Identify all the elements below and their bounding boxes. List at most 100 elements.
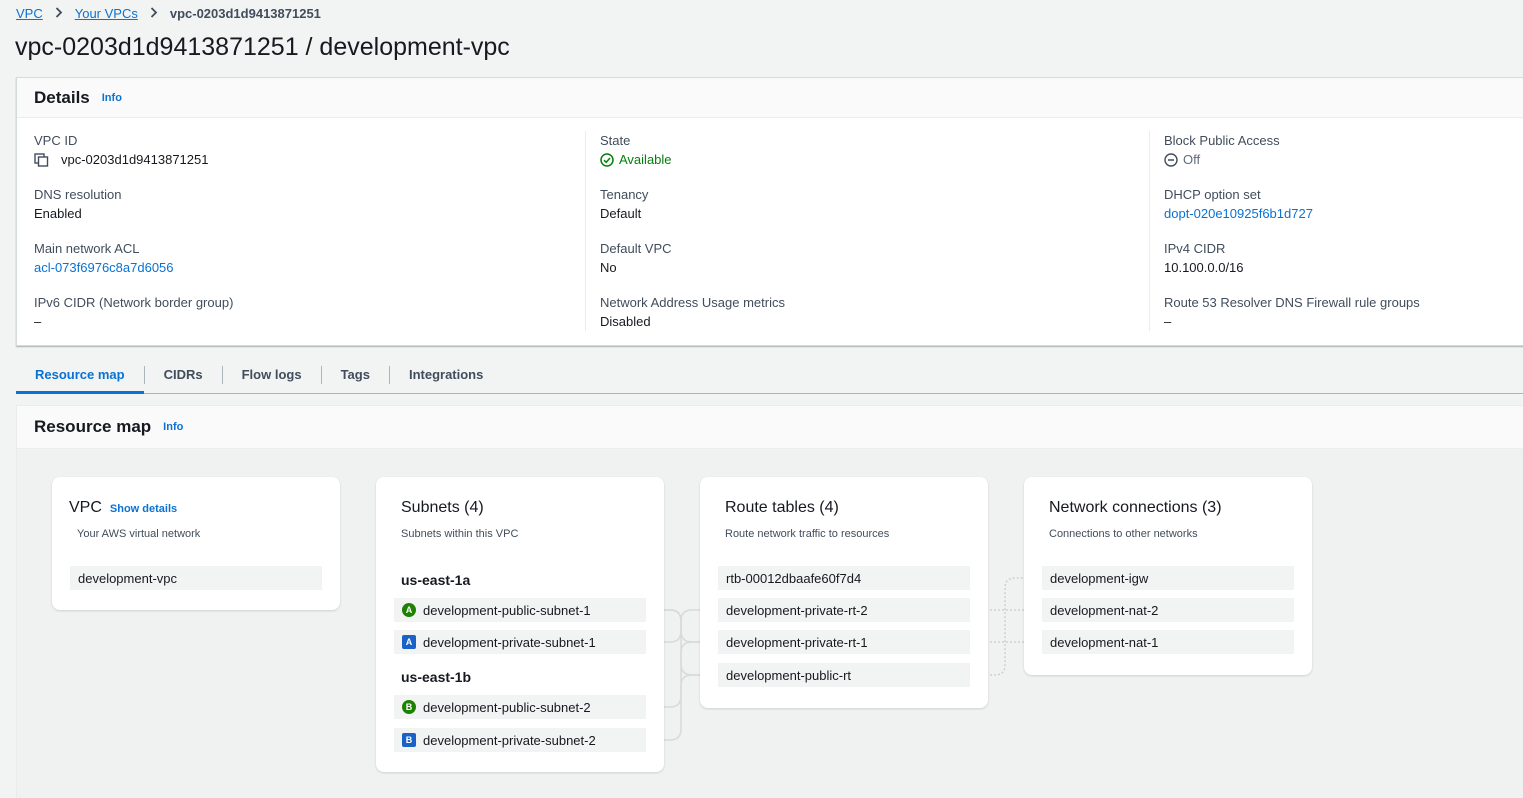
field-nau-metrics: Network Address Usage metrics Disabled	[600, 293, 1149, 347]
breadcrumb-link-vpc[interactable]: VPC	[16, 6, 43, 21]
check-circle-icon	[600, 153, 614, 167]
minus-circle-icon	[1164, 153, 1178, 167]
details-panel: Details Info VPC ID vpc-0203d1d941387125…	[16, 77, 1523, 346]
route-tables-card-title: Route tables (4)	[725, 499, 839, 516]
route-tables-card-subtitle: Route network traffic to resources	[725, 528, 890, 540]
chevron-right-icon	[150, 6, 158, 21]
subnet-name: development-private-subnet-2	[423, 732, 596, 748]
subnet-item[interactable]: A development-public-subnet-1	[394, 598, 646, 622]
field-label: Tenancy	[600, 187, 649, 202]
private-subnet-icon: B	[402, 733, 416, 747]
az-label-us-east-1a: us-east-1a	[401, 572, 471, 588]
details-header: Details Info	[17, 78, 1523, 118]
az-label-us-east-1b: us-east-1b	[401, 669, 472, 685]
field-label: DHCP option set	[1164, 187, 1261, 202]
resource-map-header: Resource map Info	[17, 406, 1523, 449]
dhcp-link[interactable]: dopt-020e10925f6b1d727	[1164, 204, 1523, 224]
vpc-card-subtitle: Your AWS virtual network	[77, 528, 201, 540]
vpc-card: VPC Show details Your AWS virtual networ…	[52, 477, 340, 610]
subnet-name: development-public-subnet-1	[423, 602, 591, 618]
page-title: vpc-0203d1d9413871251 / development-vpc	[15, 33, 510, 61]
field-value: –	[1164, 314, 1172, 329]
field-main-acl: Main network ACL acl-073f6976c8a7d6056	[34, 239, 584, 293]
state-value: Available	[619, 152, 672, 167]
tab-cidrs[interactable]: CIDRs	[145, 355, 222, 393]
details-column-1: VPC ID vpc-0203d1d9413871251 DNS resolut…	[34, 131, 584, 347]
field-value: Enabled	[34, 206, 82, 221]
details-info-link[interactable]: Info	[102, 92, 122, 104]
field-value: 10.100.0.0/16	[1164, 260, 1244, 275]
network-connections-card-subtitle: Connections to other networks	[1049, 528, 1198, 540]
chevron-right-icon	[55, 6, 63, 21]
network-connection-item[interactable]: development-nat-2	[1042, 598, 1294, 622]
tab-resource-map[interactable]: Resource map	[16, 355, 144, 394]
network-connection-item[interactable]: development-nat-1	[1042, 630, 1294, 654]
tab-tags[interactable]: Tags	[322, 355, 389, 393]
field-label: Route 53 Resolver DNS Firewall rule grou…	[1164, 295, 1420, 310]
subnet-item[interactable]: A development-private-subnet-1	[394, 630, 646, 654]
field-label: Network Address Usage metrics	[600, 295, 785, 310]
route-table-item[interactable]: development-private-rt-2	[718, 598, 970, 622]
breadcrumb-link-your-vpcs[interactable]: Your VPCs	[75, 6, 138, 21]
field-label: State	[600, 133, 631, 148]
subnet-item[interactable]: B development-public-subnet-2	[394, 695, 646, 719]
copy-icon[interactable]	[34, 153, 50, 167]
field-value: No	[600, 260, 617, 275]
field-label: Default VPC	[600, 241, 672, 256]
breadcrumb: VPC Your VPCs vpc-0203d1d9413871251	[16, 4, 321, 22]
field-label: IPv4 CIDR	[1164, 241, 1226, 256]
field-value: Available	[600, 150, 1149, 170]
field-ipv6-cidr: IPv6 CIDR (Network border group) –	[34, 293, 584, 347]
field-default-vpc: Default VPC No	[600, 239, 1149, 293]
field-state: State Available	[600, 131, 1149, 185]
breadcrumb-current: vpc-0203d1d9413871251	[169, 5, 321, 21]
field-ipv4-cidr: IPv4 CIDR 10.100.0.0/16	[1164, 239, 1523, 293]
field-label: DNS resolution	[34, 187, 122, 202]
field-label: IPv6 CIDR (Network border group)	[34, 295, 234, 310]
vpc-card-title: VPC Show details	[69, 499, 177, 517]
subnets-card-subtitle: Subnets within this VPC	[401, 528, 519, 540]
field-block-public-access: Block Public Access Off	[1164, 131, 1523, 185]
vpc-card-title-text: VPC	[69, 499, 102, 516]
tab-integrations[interactable]: Integrations	[390, 355, 502, 393]
field-value: vpc-0203d1d9413871251	[34, 150, 584, 170]
details-column-3: Block Public Access Off DHCP option set …	[1149, 131, 1523, 331]
route-table-item[interactable]: rtb-00012dbaafe60f7d4	[718, 566, 970, 590]
resource-map-title: Resource map	[34, 417, 152, 436]
details-column-2: State Available Tenancy Default Default …	[585, 131, 1149, 331]
private-subnet-icon: A	[402, 635, 416, 649]
subnet-name: development-public-subnet-2	[423, 699, 591, 715]
main-acl-link[interactable]: acl-073f6976c8a7d6056	[34, 258, 584, 278]
subnets-card-title: Subnets (4)	[401, 499, 484, 516]
field-dhcp: DHCP option set dopt-020e10925f6b1d727	[1164, 185, 1523, 239]
subnet-name: development-private-subnet-1	[423, 634, 596, 650]
tab-flow-logs[interactable]: Flow logs	[223, 355, 321, 393]
subnet-item[interactable]: B development-private-subnet-2	[394, 728, 646, 752]
field-label: VPC ID	[34, 133, 78, 148]
subnets-card: Subnets (4) Subnets within this VPC us-e…	[376, 477, 664, 772]
route-table-item[interactable]: development-private-rt-1	[718, 630, 970, 654]
field-value: Default	[600, 206, 642, 221]
route-table-item[interactable]: development-public-rt	[718, 663, 970, 687]
route-tables-card: Route tables (4) Route network traffic t…	[700, 477, 988, 708]
field-vpc-id: VPC ID vpc-0203d1d9413871251	[34, 131, 584, 185]
field-r53-firewall: Route 53 Resolver DNS Firewall rule grou…	[1164, 293, 1523, 347]
block-public-value: Off	[1183, 152, 1201, 167]
details-title: Details	[34, 87, 90, 107]
field-value: Off	[1164, 150, 1523, 170]
vpc-id-value: vpc-0203d1d9413871251	[61, 152, 209, 167]
network-connections-card-title: Network connections (3)	[1049, 499, 1222, 516]
network-connections-card: Network connections (3) Connections to o…	[1024, 477, 1312, 675]
field-label: Block Public Access	[1164, 133, 1280, 148]
tab-bar: Resource map CIDRs Flow logs Tags Integr…	[16, 356, 1523, 394]
public-subnet-icon: B	[402, 700, 416, 714]
show-details-link[interactable]: Show details	[110, 503, 177, 515]
field-dns-resolution: DNS resolution Enabled	[34, 185, 584, 239]
field-value: –	[34, 314, 42, 329]
network-connection-item[interactable]: development-igw	[1042, 566, 1294, 590]
public-subnet-icon: A	[402, 603, 416, 617]
field-value: Disabled	[600, 314, 651, 329]
resource-map-info-link[interactable]: Info	[163, 421, 183, 433]
field-tenancy: Tenancy Default	[600, 185, 1149, 239]
vpc-item[interactable]: development-vpc	[70, 566, 322, 590]
